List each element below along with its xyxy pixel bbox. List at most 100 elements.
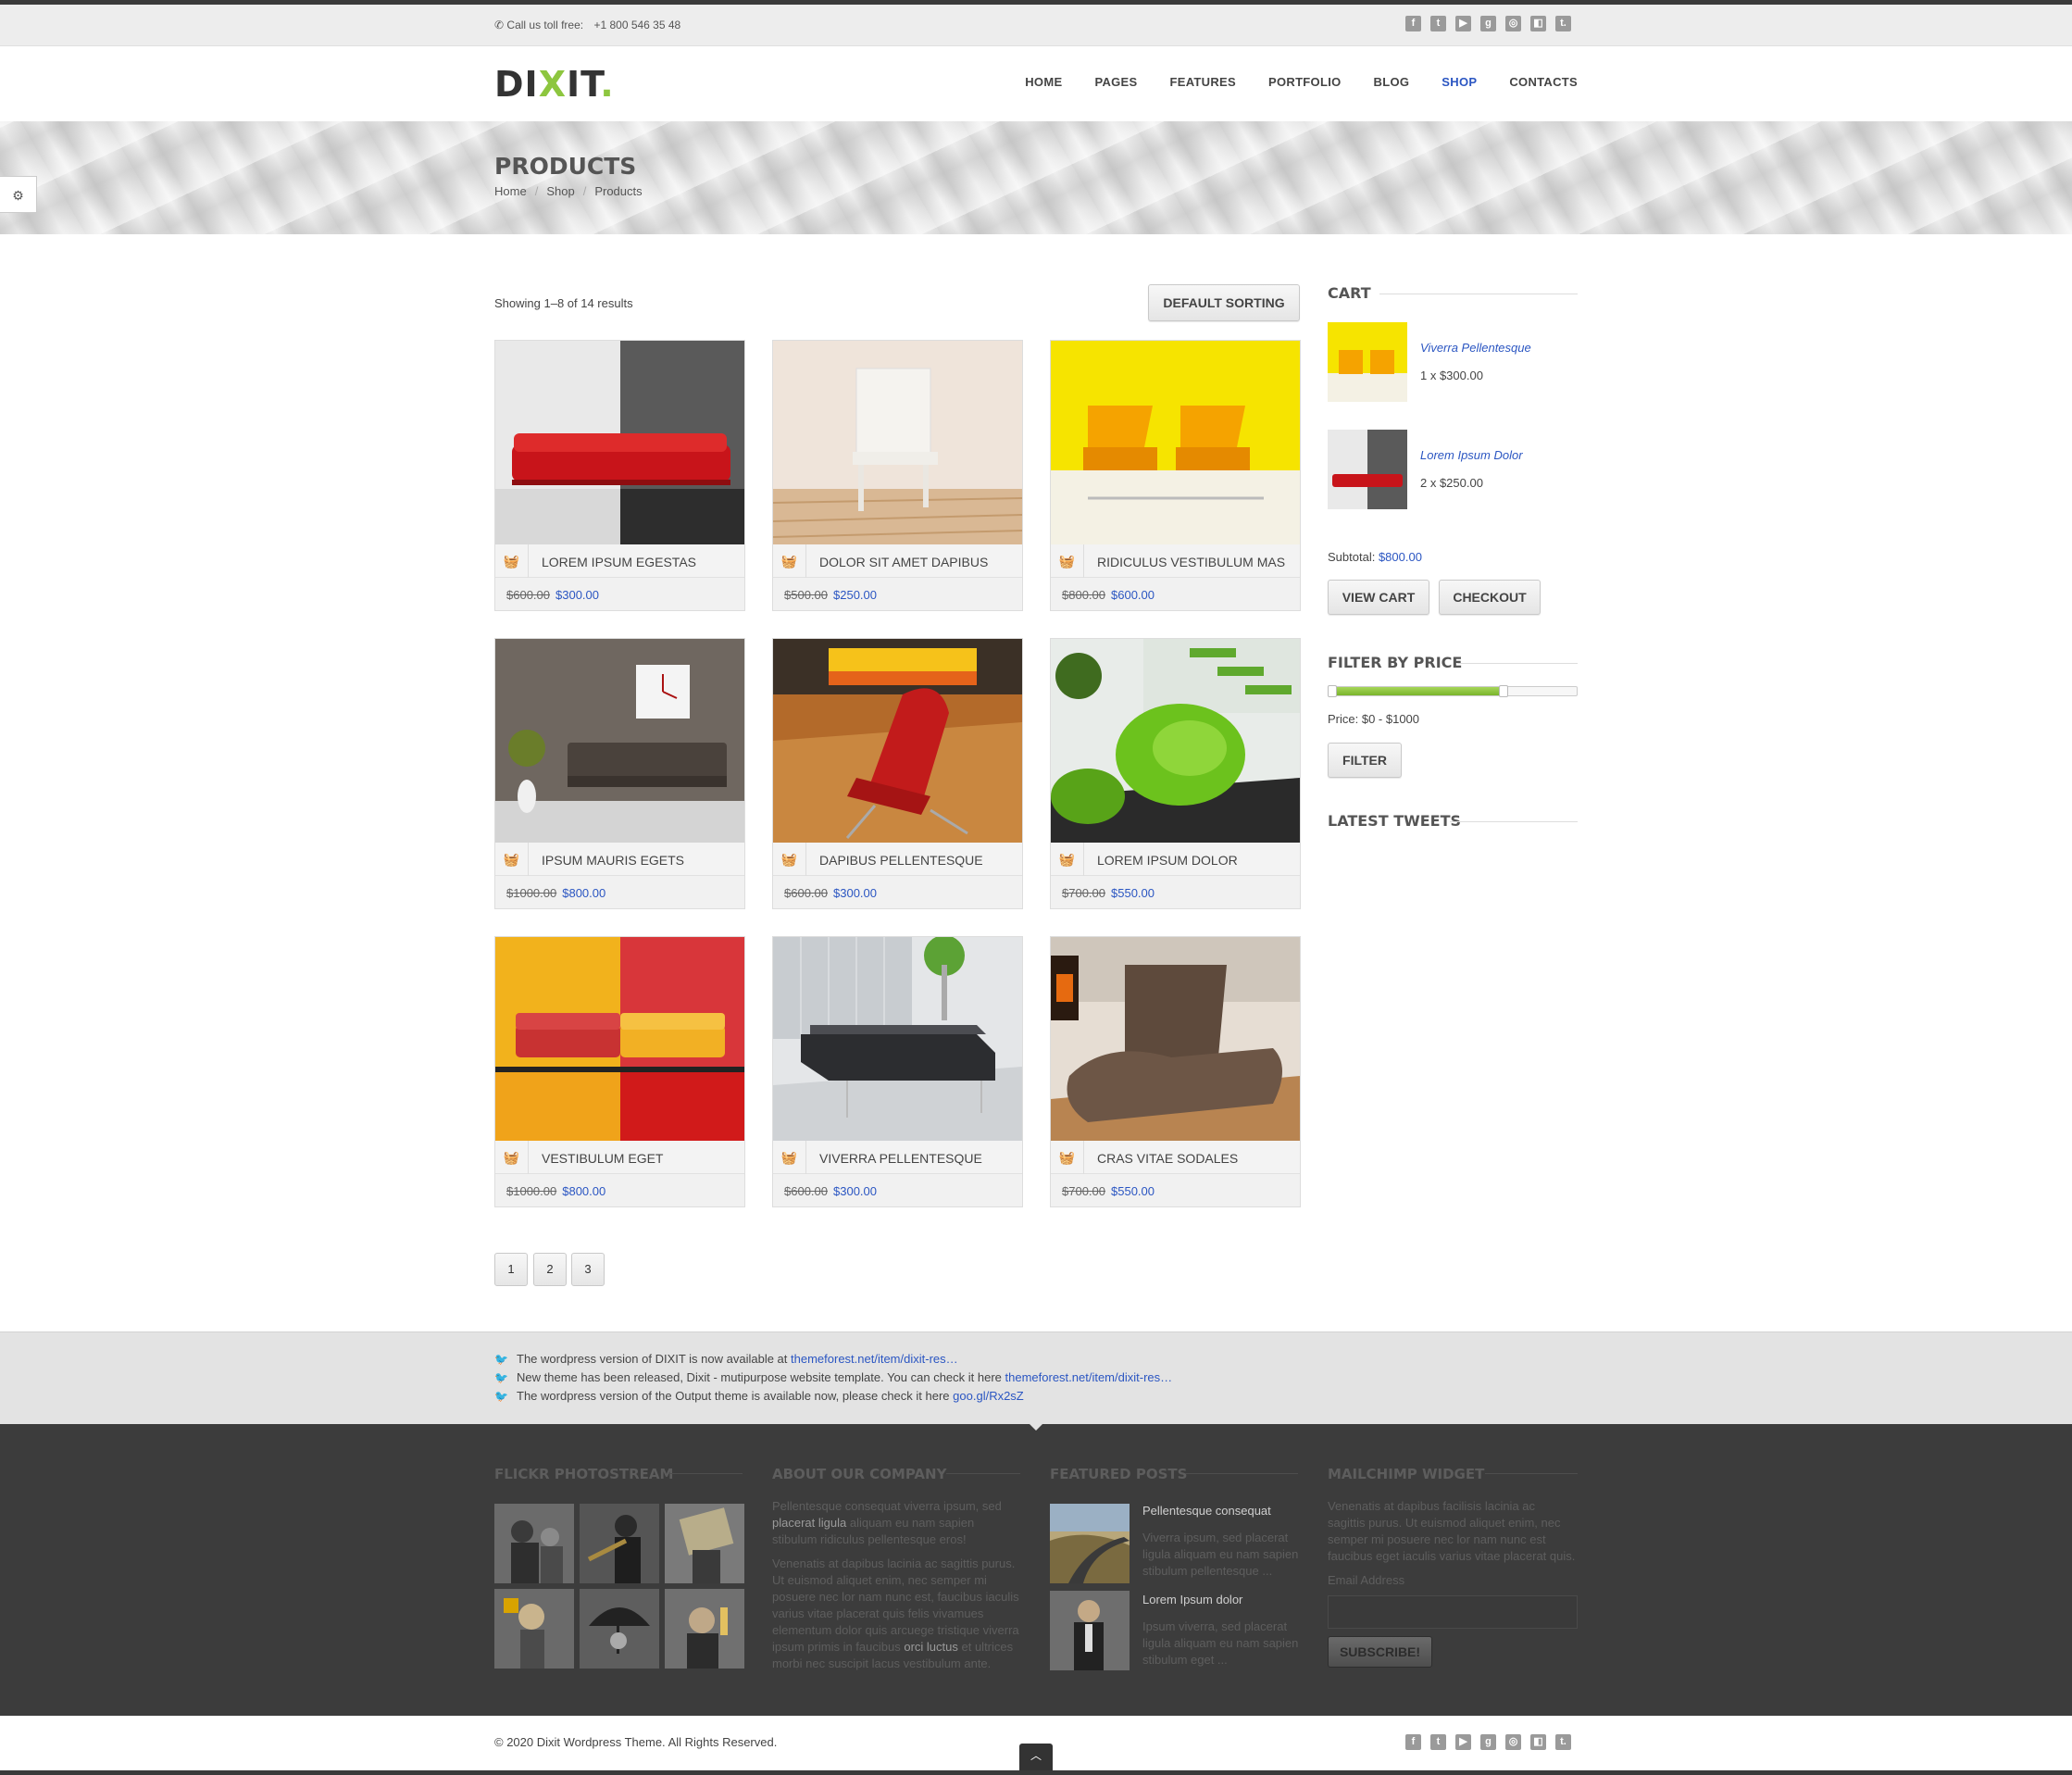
nav-blog[interactable]: BLOG: [1374, 75, 1410, 89]
pagination-page[interactable]: 1: [494, 1253, 528, 1286]
flickr-photo[interactable]: [580, 1504, 659, 1583]
breadcrumb-home[interactable]: Home: [494, 184, 527, 198]
product-image[interactable]: [1051, 639, 1300, 843]
flickr-photo[interactable]: [665, 1589, 744, 1669]
product-image[interactable]: [773, 341, 1022, 544]
facebook-icon[interactable]: f: [1405, 1734, 1421, 1750]
product-name[interactable]: LOREM IPSUM EGESTAS: [542, 555, 696, 569]
filter-button[interactable]: FILTER: [1328, 743, 1402, 778]
phone-number[interactable]: +1 800 546 35 48: [593, 19, 680, 31]
facebook-icon[interactable]: f: [1405, 16, 1421, 31]
nav-contacts[interactable]: CONTACTS: [1509, 75, 1578, 89]
tumblr-icon[interactable]: t.: [1555, 1734, 1571, 1750]
add-to-cart-basket-icon[interactable]: 🧺: [1051, 1141, 1084, 1174]
product-card[interactable]: 🧺 CRAS VITAE SODALES $700.00 $550.00: [1050, 936, 1301, 1207]
checkout-button[interactable]: CHECKOUT: [1439, 580, 1541, 615]
price-range-handle-max[interactable]: [1498, 685, 1508, 697]
twitter-icon[interactable]: t: [1430, 16, 1446, 31]
email-input[interactable]: [1328, 1595, 1578, 1629]
nav-shop[interactable]: SHOP: [1442, 75, 1477, 89]
product-card[interactable]: 🧺 DAPIBUS PELLENTESQUE $600.00 $300.00: [772, 638, 1023, 909]
add-to-cart-basket-icon[interactable]: 🧺: [773, 544, 806, 578]
breadcrumb-shop[interactable]: Shop: [546, 184, 574, 198]
tweet-text: New theme has been released, Dixit - mut…: [517, 1370, 1005, 1384]
featured-post-image[interactable]: [1050, 1504, 1130, 1583]
twitter-icon[interactable]: t: [1430, 1734, 1446, 1750]
product-card[interactable]: 🧺 LOREM IPSUM EGESTAS $600.00 $300.00: [494, 340, 745, 611]
add-to-cart-basket-icon[interactable]: 🧺: [1051, 544, 1084, 578]
product-card[interactable]: 🧺 LOREM IPSUM DOLOR $700.00 $550.00: [1050, 638, 1301, 909]
pagination-page[interactable]: 2: [533, 1253, 567, 1286]
cart-item-name[interactable]: Lorem Ipsum Dolor: [1420, 448, 1523, 462]
product-name[interactable]: DOLOR SIT AMET DAPIBUS: [819, 555, 988, 569]
product-card[interactable]: 🧺 VIVERRA PELLENTESQUE $600.00 $300.00: [772, 936, 1023, 1207]
product-image[interactable]: [495, 341, 744, 544]
product-card[interactable]: 🧺 VESTIBULUM EGET $1000.00 $800.00: [494, 936, 745, 1207]
product-name[interactable]: CRAS VITAE SODALES: [1097, 1151, 1238, 1166]
youtube-icon[interactable]: ▶: [1455, 16, 1471, 31]
product-name[interactable]: VIVERRA PELLENTESQUE: [819, 1151, 982, 1166]
featured-post-title[interactable]: Lorem Ipsum dolor: [1142, 1593, 1242, 1606]
product-image[interactable]: [495, 639, 744, 843]
add-to-cart-basket-icon[interactable]: 🧺: [495, 1141, 529, 1174]
add-to-cart-basket-icon[interactable]: 🧺: [495, 843, 529, 876]
product-name[interactable]: VESTIBULUM EGET: [542, 1151, 663, 1166]
tweet-item: 🐦 The wordpress version of the Output the…: [494, 1389, 1024, 1403]
dribbble-icon[interactable]: ◎: [1505, 1734, 1521, 1750]
phone-info: ✆ Call us toll free: +1 800 546 35 48: [494, 19, 680, 31]
product-name[interactable]: IPSUM MAURIS EGETS: [542, 853, 684, 868]
nav-portfolio[interactable]: PORTFOLIO: [1268, 75, 1342, 89]
delicious-icon[interactable]: ◧: [1530, 1734, 1546, 1750]
pagination-page[interactable]: 3: [571, 1253, 605, 1286]
product-prices: $600.00 $300.00: [784, 886, 877, 900]
cart-item-image[interactable]: [1328, 322, 1407, 402]
product-name[interactable]: DAPIBUS PELLENTESQUE: [819, 853, 983, 868]
delicious-icon[interactable]: ◧: [1530, 16, 1546, 31]
flickr-photo[interactable]: [580, 1589, 659, 1669]
nav-pages[interactable]: PAGES: [1094, 75, 1137, 89]
old-price: $500.00: [784, 588, 828, 602]
scroll-to-top-chevron-up-icon[interactable]: ︿: [1019, 1744, 1053, 1770]
product-image[interactable]: [1051, 341, 1300, 544]
featured-post-image[interactable]: [1050, 1591, 1130, 1670]
tweet-link[interactable]: themeforest.net/item/dixit-res…: [1005, 1370, 1173, 1384]
add-to-cart-basket-icon[interactable]: 🧺: [773, 843, 806, 876]
style-switcher-gear-icon[interactable]: ⚙: [0, 176, 37, 213]
product-card[interactable]: 🧺 DOLOR SIT AMET DAPIBUS $500.00 $250.00: [772, 340, 1023, 611]
product-name[interactable]: LOREM IPSUM DOLOR: [1097, 853, 1238, 868]
youtube-icon[interactable]: ▶: [1455, 1734, 1471, 1750]
tweet-link[interactable]: goo.gl/Rx2sZ: [953, 1389, 1024, 1403]
product-image[interactable]: [773, 937, 1022, 1141]
googleplus-icon[interactable]: g: [1480, 1734, 1496, 1750]
subscribe-button[interactable]: SUBSCRIBE!: [1328, 1636, 1432, 1668]
product-card[interactable]: 🧺 IPSUM MAURIS EGETS $1000.00 $800.00: [494, 638, 745, 909]
twitter-bird-icon: 🐦: [494, 1390, 508, 1403]
nav-features[interactable]: FEATURES: [1170, 75, 1237, 89]
tumblr-icon[interactable]: t.: [1555, 16, 1571, 31]
dribbble-icon[interactable]: ◎: [1505, 16, 1521, 31]
cart-item-image[interactable]: [1328, 430, 1407, 509]
tweet-text: The wordpress version of DIXIT is now av…: [517, 1352, 792, 1366]
featured-post-title[interactable]: Pellentesque consequat: [1142, 1504, 1271, 1518]
product-card[interactable]: 🧺 RIDICULUS VESTIBULUM MAS $800.00 $600.0…: [1050, 340, 1301, 611]
site-logo[interactable]: DIXIT.: [494, 64, 615, 105]
price-range-handle-min[interactable]: [1328, 685, 1338, 697]
add-to-cart-basket-icon[interactable]: 🧺: [1051, 843, 1084, 876]
googleplus-icon[interactable]: g: [1480, 16, 1496, 31]
price-range-slider[interactable]: [1328, 685, 1578, 697]
add-to-cart-basket-icon[interactable]: 🧺: [495, 544, 529, 578]
flickr-photo[interactable]: [665, 1504, 744, 1583]
view-cart-button[interactable]: VIEW CART: [1328, 580, 1429, 615]
product-image[interactable]: [495, 937, 744, 1141]
tweet-link[interactable]: themeforest.net/item/dixit-res…: [791, 1352, 958, 1366]
featured-post-excerpt: Ipsum viverra, sed placerat ligula aliqua…: [1142, 1619, 1299, 1667]
flickr-photo[interactable]: [494, 1504, 574, 1583]
cart-item-name[interactable]: Viverra Pellentesque: [1420, 341, 1531, 355]
nav-home[interactable]: HOME: [1025, 75, 1062, 89]
product-name[interactable]: RIDICULUS VESTIBULUM MAS: [1097, 555, 1285, 569]
product-image[interactable]: [773, 639, 1022, 843]
product-image[interactable]: [1051, 937, 1300, 1141]
sorting-dropdown[interactable]: DEFAULT SORTING: [1148, 284, 1300, 321]
add-to-cart-basket-icon[interactable]: 🧺: [773, 1141, 806, 1174]
flickr-photo[interactable]: [494, 1589, 574, 1669]
